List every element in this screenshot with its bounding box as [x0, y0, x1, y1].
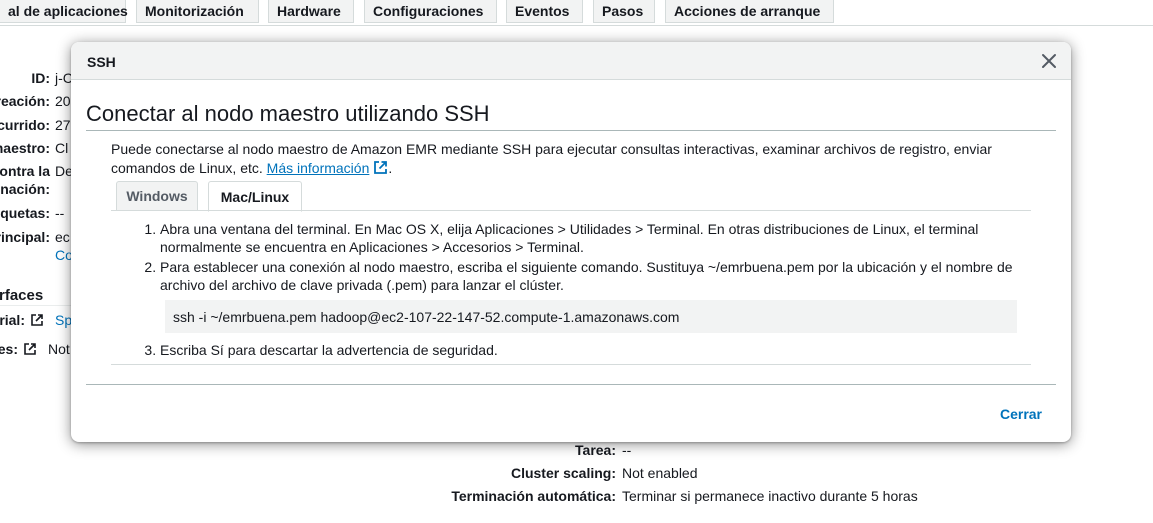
summary-label: quetas:	[0, 205, 50, 221]
step-text: Para establecer una conexión al nodo mae…	[160, 259, 1013, 293]
ssh-command[interactable]: ssh -i ~/emrbuena.pem hadoop@ec2-107-22-…	[165, 300, 1017, 333]
summary-value: 27	[55, 117, 71, 133]
tab-monitoring[interactable]: Monitorización	[136, 0, 259, 23]
interfaces-heading: rfaces	[0, 287, 44, 304]
summary-label: ontra la	[0, 163, 50, 179]
instructions-list: Abra una ventana del terminal. En Mac OS…	[111, 220, 1021, 359]
step-text: Escriba Sí para descartar la advertencia…	[160, 342, 498, 358]
tab-windows[interactable]: Windows	[116, 181, 198, 211]
summary-value: Cl	[55, 140, 69, 156]
step-text: Abra una ventana del terminal. En Mac OS…	[160, 221, 979, 255]
divider	[0, 305, 72, 306]
list-item: Escriba Sí para descartar la advertencia…	[160, 341, 1021, 359]
close-button[interactable]: Cerrar	[1000, 406, 1042, 422]
field-label: Tarea:	[575, 442, 616, 458]
modal-header: SSH	[71, 42, 1071, 80]
field-value: --	[622, 442, 632, 458]
field-label: Cluster scaling:	[510, 465, 616, 481]
tab-hardware[interactable]: Hardware	[268, 0, 354, 23]
tab-steps[interactable]: Pasos	[593, 0, 655, 23]
summary-label: rincipal:	[0, 229, 50, 245]
more-info-link[interactable]: Más información	[267, 160, 370, 176]
summary-value: ec	[55, 229, 70, 245]
external-link-icon[interactable]	[373, 160, 388, 175]
summary-label: currido:	[0, 117, 50, 133]
summary-label: nación:	[0, 181, 50, 197]
summary-label: reación:	[0, 93, 50, 109]
tab-application-history[interactable]: al de aplicaciones	[0, 0, 128, 23]
external-link-icon	[23, 342, 36, 355]
list-item: Para establecer una conexión al nodo mae…	[160, 258, 1021, 333]
content-divider	[111, 364, 1031, 365]
interface-value: Not	[48, 341, 70, 357]
tab-mac-linux[interactable]: Mac/Linux	[208, 181, 302, 212]
footer-divider	[86, 384, 1056, 385]
intro-paragraph: Puede conectarse al nodo maestro de Amaz…	[111, 141, 992, 176]
field-label: Terminación automática:	[451, 488, 616, 504]
modal-title: SSH	[87, 54, 116, 70]
summary-value: --	[55, 205, 65, 221]
tab-configurations[interactable]: Configuraciones	[364, 0, 497, 23]
ssh-modal: SSH Conectar al nodo maestro utilizando …	[71, 42, 1071, 442]
summary-label: maestro:	[0, 140, 50, 156]
modal-heading: Conectar al nodo maestro utilizando SSH	[86, 101, 490, 126]
summary-label: ID:	[31, 70, 50, 86]
close-icon[interactable]	[1039, 51, 1059, 71]
interface-label: es:	[0, 341, 18, 357]
field-value: Not enabled	[622, 465, 698, 481]
tab-bootstrap-actions[interactable]: Acciones de arranque	[665, 0, 834, 23]
tabs-divider	[111, 210, 1031, 211]
cluster-tab-bar: al de aplicaciones Monitorización Hardwa…	[0, 0, 1153, 26]
intro-text: Puede conectarse al nodo maestro de Amaz…	[111, 141, 992, 176]
interface-link[interactable]: Sp	[55, 312, 72, 328]
list-item: Abra una ventana del terminal. En Mac OS…	[160, 220, 1021, 256]
interface-label: rial:	[0, 312, 25, 328]
heading-divider	[86, 130, 1056, 131]
field-value: Terminar si permanece inactivo durante 5…	[622, 488, 918, 504]
tab-events[interactable]: Eventos	[506, 0, 583, 23]
summary-value: 20	[55, 93, 71, 109]
external-link-icon	[30, 313, 43, 326]
